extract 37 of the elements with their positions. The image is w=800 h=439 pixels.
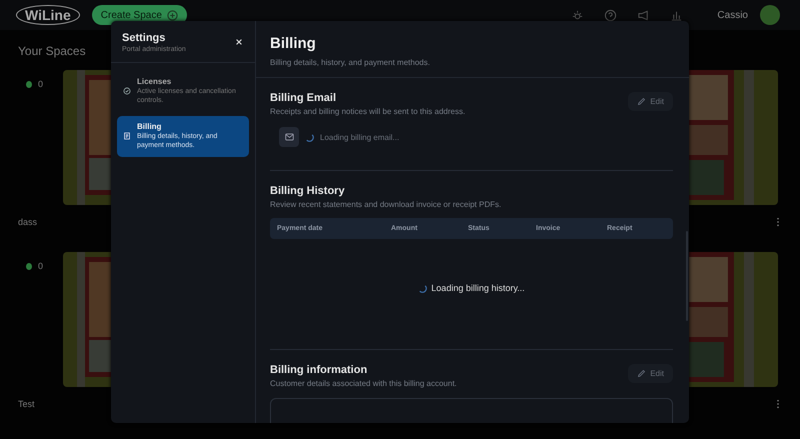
user-name: Cassio: [717, 10, 748, 20]
page-title: Your Spaces: [18, 44, 86, 60]
plus-circle-icon: [166, 10, 178, 20]
more-icon[interactable]: [776, 399, 780, 409]
nav-item-label: Billing: [137, 122, 162, 131]
close-icon: [235, 38, 243, 46]
space-name: dass: [18, 217, 38, 227]
more-icon[interactable]: [776, 217, 780, 227]
megaphone-icon[interactable]: [637, 8, 650, 22]
check-circle-icon: [123, 87, 131, 96]
dialog-title: Settings: [122, 32, 166, 44]
pencil-icon: [637, 369, 646, 378]
avatar[interactable]: [760, 5, 780, 25]
close-button[interactable]: [235, 38, 243, 46]
receipt-icon: [123, 132, 131, 140]
scrollbar[interactable]: [686, 231, 688, 321]
section-description: Receipts and billing notices will be sent to this address.: [270, 107, 466, 116]
section-title: Billing information: [270, 364, 368, 376]
help-icon[interactable]: [604, 8, 618, 22]
page-description: Billing details, history, and payment methods.: [270, 58, 431, 67]
section-title: Billing Email: [270, 92, 338, 104]
loading-spinner-icon: [418, 284, 428, 292]
online-count: 0: [38, 79, 43, 89]
mail-icon: [279, 127, 299, 147]
nav-item-label: Licenses: [137, 77, 172, 86]
section-description: Review recent statements and download invoice or receipt PDFs.: [270, 200, 502, 209]
section-description: Customer details associated with this billing account.: [270, 379, 457, 388]
logo[interactable]: WiLine: [16, 5, 80, 25]
online-count: 0: [38, 261, 43, 271]
page-heading: Billing: [270, 35, 317, 52]
loading-text: Loading billing email...: [320, 132, 400, 142]
section-title: Billing History: [270, 185, 346, 197]
loading-text: Loading billing history...: [431, 283, 525, 293]
sun-icon[interactable]: [571, 8, 584, 22]
loading-spinner-icon: [305, 132, 314, 142]
pencil-icon: [637, 97, 646, 106]
space-name: Test: [18, 399, 35, 409]
